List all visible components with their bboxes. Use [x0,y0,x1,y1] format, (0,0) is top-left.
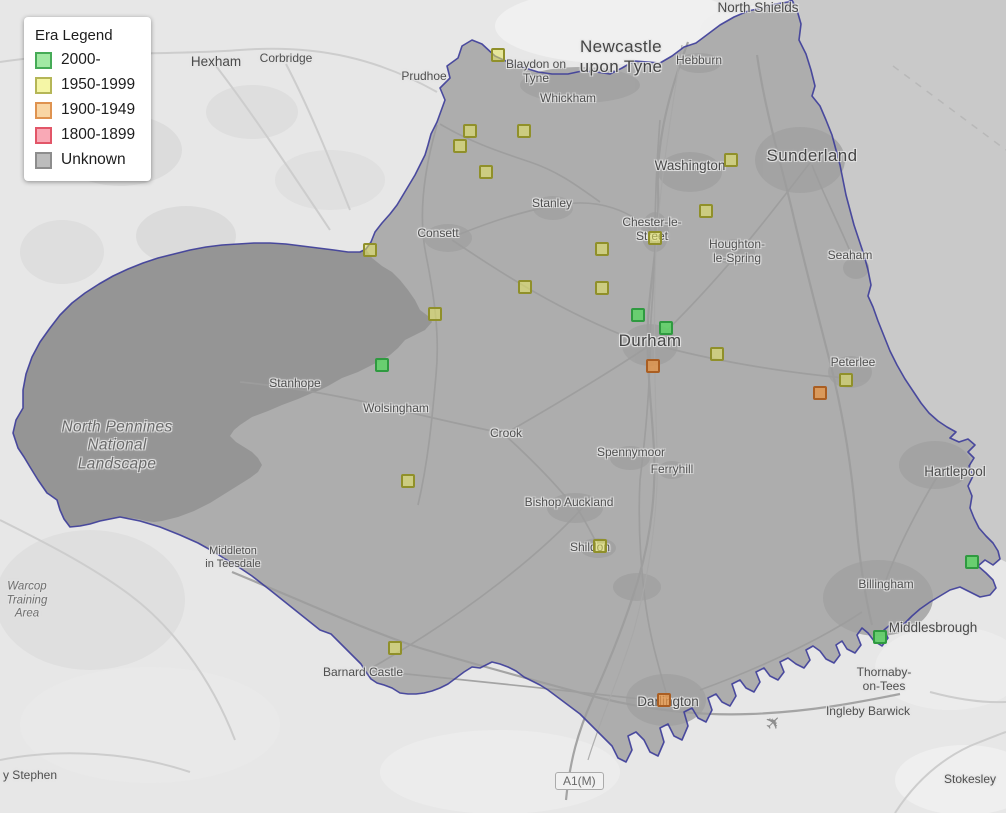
era-marker[interactable] [453,139,467,153]
road-badge-a1m: A1(M) [555,772,604,790]
legend-item: Unknown [35,151,135,169]
legend-item: 2000- [35,51,135,69]
legend-swatch-icon [35,52,52,69]
era-marker[interactable] [595,242,609,256]
era-legend-items: 2000- 1950-1999 1900-1949 1800-1899 Unknown [35,51,135,169]
era-marker[interactable] [813,386,827,400]
era-marker[interactable] [965,555,979,569]
era-marker[interactable] [873,630,887,644]
era-marker[interactable] [363,243,377,257]
era-marker[interactable] [657,693,671,707]
era-marker[interactable] [648,231,662,245]
era-marker[interactable] [428,307,442,321]
era-marker[interactable] [388,641,402,655]
legend-item-label: 2000- [61,51,101,69]
era-marker[interactable] [659,321,673,335]
legend-item-label: Unknown [61,151,126,169]
era-marker[interactable] [491,48,505,62]
era-marker[interactable] [724,153,738,167]
legend-swatch-icon [35,152,52,169]
legend-item: 1900-1949 [35,101,135,119]
era-marker[interactable] [401,474,415,488]
era-marker[interactable] [595,281,609,295]
legend-item: 1950-1999 [35,76,135,94]
era-marker[interactable] [518,280,532,294]
era-marker[interactable] [517,124,531,138]
era-marker[interactable] [479,165,493,179]
legend-item-label: 1900-1949 [61,101,135,119]
era-legend: Era Legend 2000- 1950-1999 1900-1949 1800-1… [24,17,151,181]
legend-item: 1800-1899 [35,126,135,144]
era-marker[interactable] [631,308,645,322]
era-marker[interactable] [839,373,853,387]
era-marker[interactable] [375,358,389,372]
era-marker[interactable] [593,539,607,553]
legend-item-label: 1800-1899 [61,126,135,144]
era-marker[interactable] [710,347,724,361]
legend-swatch-icon [35,77,52,94]
legend-swatch-icon [35,102,52,119]
legend-item-label: 1950-1999 [61,76,135,94]
era-legend-title: Era Legend [35,27,135,44]
era-marker[interactable] [463,124,477,138]
legend-swatch-icon [35,127,52,144]
era-marker[interactable] [646,359,660,373]
era-marker[interactable] [699,204,713,218]
